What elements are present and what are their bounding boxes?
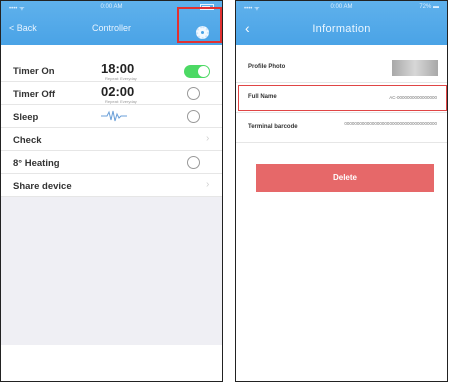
signal-indicator: •••• ᯤ xyxy=(244,6,260,12)
row-label: Profile Photo xyxy=(248,64,286,70)
chevron-right-icon: › xyxy=(206,179,210,190)
row-timer-on[interactable]: Timer On 18:00 Repeat: Everyday xyxy=(1,59,222,82)
timer-off-value: 02:00 xyxy=(101,84,135,99)
status-bar: •••• ᯤ 0:00 AM 72% ▬ xyxy=(244,4,439,14)
controller-screen: •••• ᯤ 0:00 AM < Back Controller Timer O… xyxy=(0,0,223,382)
row-profile-photo[interactable]: Profile Photo xyxy=(236,53,447,83)
row-sleep[interactable]: Sleep xyxy=(1,105,222,128)
row-label: Terminal barcode xyxy=(248,124,298,130)
settings-list: Timer On 18:00 Repeat: Everyday Timer Of… xyxy=(1,59,222,197)
status-time: 0:00 AM xyxy=(330,4,353,10)
row-label: Timer Off xyxy=(13,89,56,100)
timer-repeat-text: Repeat: Everyday xyxy=(105,76,137,81)
highlight-frame xyxy=(177,7,222,43)
chevron-right-icon: › xyxy=(206,133,210,144)
row-label: Share device xyxy=(13,181,72,192)
timer-on-value: 18:00 xyxy=(101,61,135,76)
row-share-device[interactable]: Share device › xyxy=(1,174,222,197)
timer-repeat-text: Repeat: Everyday xyxy=(105,99,137,104)
timer-off-toggle[interactable] xyxy=(187,87,200,100)
signal-indicator: •••• ᯤ xyxy=(9,6,25,12)
status-time: 0:00 AM xyxy=(100,4,123,10)
row-label: Timer On xyxy=(13,66,55,77)
barcode-value: 0000000000000000000000000000000000000 xyxy=(344,121,437,126)
page-title: Information xyxy=(312,23,371,35)
sleep-toggle[interactable] xyxy=(187,110,200,123)
empty-background xyxy=(1,197,222,345)
row-label: 8° Heating xyxy=(13,158,60,169)
row-label: Sleep xyxy=(13,112,39,123)
row-terminal-barcode: Terminal barcode 00000000000000000000000… xyxy=(236,113,447,143)
avatar[interactable] xyxy=(392,60,438,76)
sleep-wave-icon xyxy=(101,110,127,122)
row-8-heating[interactable]: 8° Heating xyxy=(1,151,222,174)
highlight-frame xyxy=(238,85,447,111)
row-check[interactable]: Check › xyxy=(1,128,222,151)
row-timer-off[interactable]: Timer Off 02:00 Repeat: Everyday xyxy=(1,82,222,105)
delete-button[interactable]: Delete xyxy=(256,164,434,192)
nav-bar: •••• ᯤ 0:00 AM 72% ▬ ‹ Information xyxy=(236,1,447,45)
information-screen: •••• ᯤ 0:00 AM 72% ▬ ‹ Information Profi… xyxy=(235,0,448,382)
battery-indicator: 72% ▬ xyxy=(419,4,439,10)
heating-toggle[interactable] xyxy=(187,156,200,169)
row-label: Check xyxy=(13,135,42,146)
timer-on-toggle[interactable] xyxy=(184,65,210,78)
